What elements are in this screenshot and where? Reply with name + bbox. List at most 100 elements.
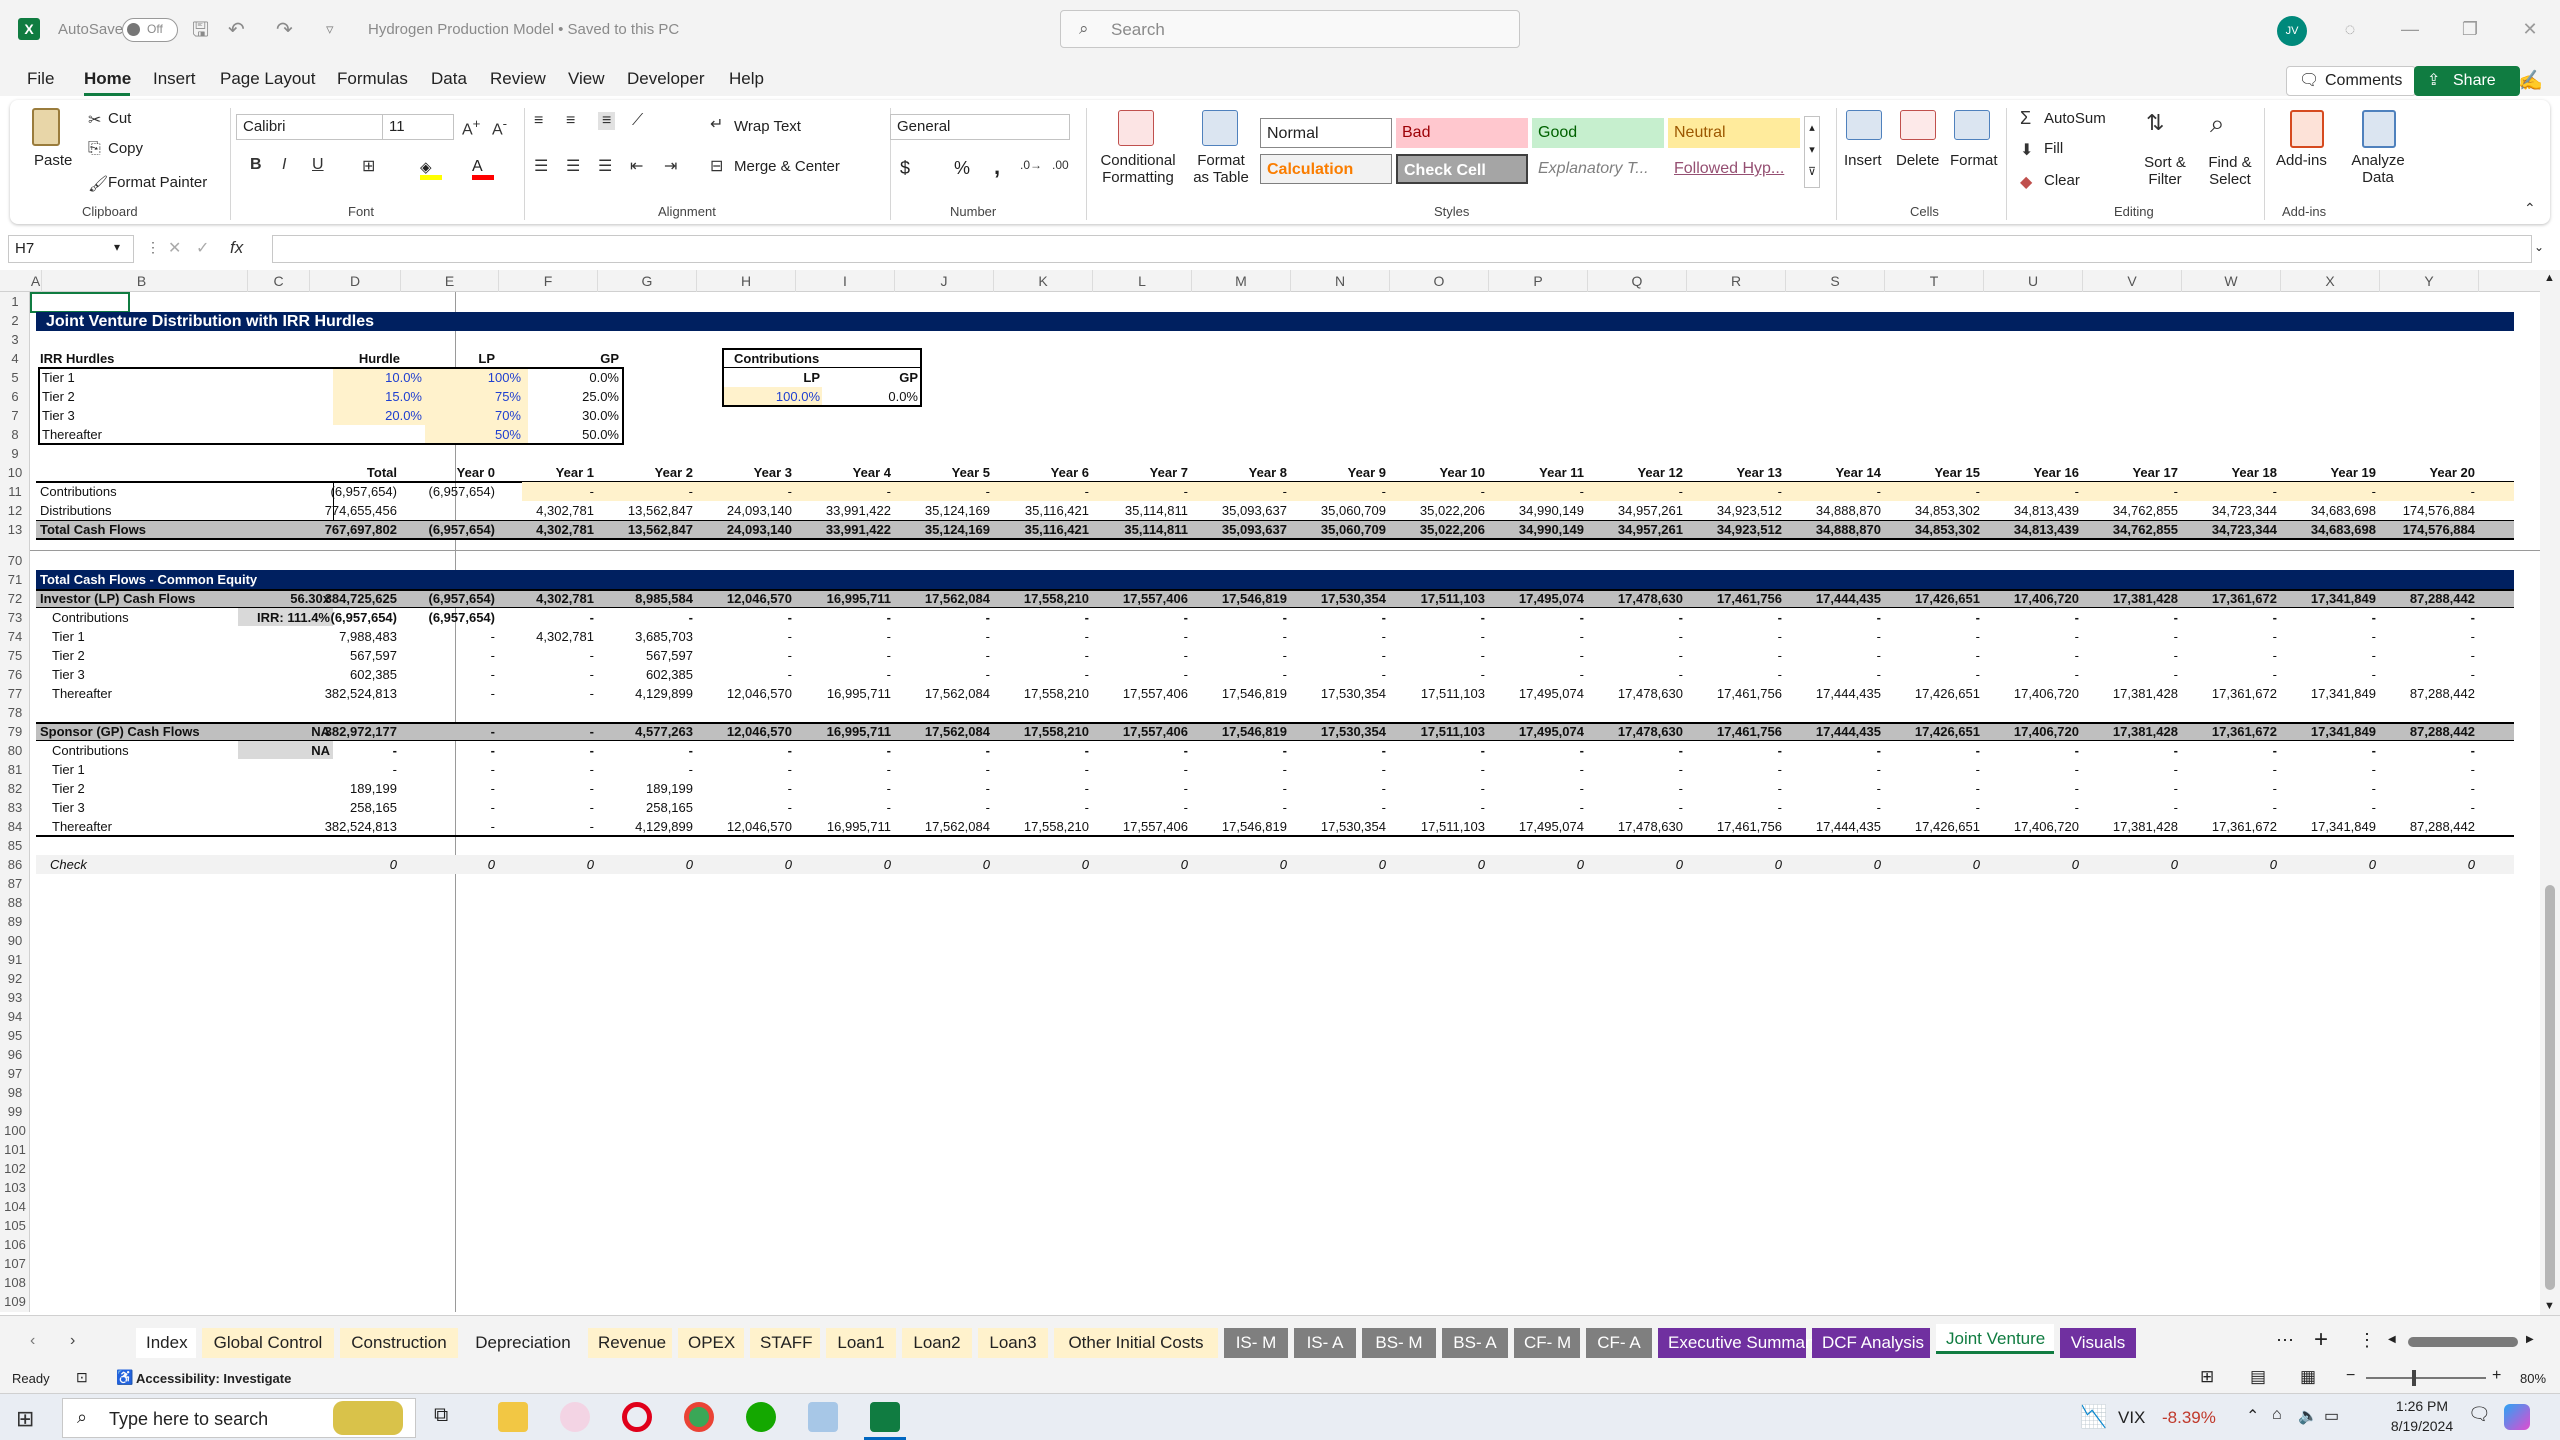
cf-value[interactable]: 24,093,140 (697, 501, 792, 520)
row-header[interactable]: 81 (0, 760, 30, 779)
year-header[interactable]: Year 0 (400, 463, 495, 482)
section-value[interactable]: - (2182, 608, 2277, 627)
row-header[interactable]: 85 (0, 836, 30, 855)
section-value[interactable]: - (499, 817, 594, 836)
autosum-button[interactable]: AutoSum (2044, 110, 2106, 127)
row-header[interactable]: 13 (0, 520, 30, 539)
cf-value[interactable]: 34,683,698 (2281, 520, 2376, 539)
column-header[interactable]: U (1984, 270, 2083, 292)
section-value[interactable]: 17,530,354 (1291, 684, 1386, 703)
section-value[interactable]: 17,341,849 (2281, 589, 2376, 608)
borders-icon[interactable]: ⊞ (362, 156, 375, 176)
section-value[interactable]: - (1093, 646, 1188, 665)
hurdle-gp-share[interactable]: 0.0% (499, 368, 619, 387)
section-value[interactable]: 17,478,630 (1588, 722, 1683, 741)
row-header[interactable]: 72 (0, 589, 30, 608)
cf-value[interactable]: 35,022,206 (1390, 520, 1485, 539)
section-value[interactable]: - (1489, 646, 1584, 665)
section-value[interactable]: 16,995,711 (796, 722, 891, 741)
row-header[interactable]: 105 (0, 1216, 30, 1235)
section-value[interactable]: 17,558,210 (994, 722, 1089, 741)
contributions-lp-value[interactable]: 100.0% (724, 387, 820, 406)
section-value[interactable]: - (1390, 665, 1485, 684)
section-sub-label[interactable]: Tier 2 (52, 646, 202, 665)
section-value[interactable]: 17,558,210 (994, 684, 1089, 703)
network-icon[interactable]: ⌂ (2272, 1406, 2282, 1424)
clock-date[interactable]: 8/19/2024 (2382, 1418, 2462, 1434)
section-value[interactable]: 7,988,483 (302, 627, 397, 646)
cf-value[interactable]: 34,762,855 (2083, 501, 2178, 520)
cf-value[interactable]: 174,576,884 (2380, 501, 2475, 520)
increase-indent-icon[interactable]: ⇥ (664, 156, 677, 176)
row-header[interactable]: 12 (0, 501, 30, 520)
chrome-icon[interactable] (684, 1402, 714, 1432)
hurdle-tier-label[interactable]: Tier 3 (42, 406, 222, 425)
hurdles-header-label[interactable]: IRR Hurdles (40, 349, 220, 368)
row-header[interactable]: 96 (0, 1045, 30, 1064)
year-header[interactable]: Year 2 (598, 463, 693, 482)
section-value[interactable]: 4,302,781 (499, 589, 594, 608)
section-value[interactable]: - (598, 608, 693, 627)
font-name-select[interactable]: Calibri (236, 114, 388, 140)
search-box[interactable]: ⌕ Search (1060, 10, 1520, 48)
align-middle-icon[interactable]: ≡ (566, 112, 575, 130)
cf-value[interactable]: 35,093,637 (1192, 520, 1287, 539)
scroll-up-icon[interactable]: ▲ (2544, 272, 2555, 284)
collapse-ribbon-icon[interactable]: ⌃ (2524, 200, 2536, 217)
section-value[interactable]: - (1687, 741, 1782, 760)
restore-icon[interactable]: ❐ (2440, 0, 2500, 60)
year-header[interactable]: Year 12 (1588, 463, 1683, 482)
contributions-title[interactable]: Contributions (734, 349, 894, 368)
page-break-icon[interactable]: ▦ (2300, 1367, 2316, 1387)
section-value[interactable]: - (2182, 627, 2277, 646)
section-value[interactable]: - (1687, 798, 1782, 817)
section-value[interactable]: - (796, 779, 891, 798)
year-header[interactable]: Year 18 (2182, 463, 2277, 482)
row-header[interactable]: 11 (0, 482, 30, 501)
section-value[interactable]: 382,972,177 (302, 722, 397, 741)
column-header[interactable]: V (2083, 270, 2182, 292)
column-header[interactable]: P (1489, 270, 1588, 292)
year-header[interactable]: Year 10 (1390, 463, 1485, 482)
cf-value[interactable]: - (1588, 482, 1683, 501)
section-value[interactable]: - (1390, 741, 1485, 760)
section-value[interactable]: - (1687, 646, 1782, 665)
close-icon[interactable]: ✕ (2500, 0, 2560, 60)
formula-input[interactable] (272, 235, 2532, 263)
section-value[interactable]: - (796, 665, 891, 684)
tab-review[interactable]: Review (490, 69, 546, 89)
section-value[interactable]: - (598, 760, 693, 779)
styles-scroll-icon[interactable]: ▴ ▾ ⊽ (1804, 116, 1820, 188)
cf-row-label[interactable]: Contributions (40, 482, 220, 501)
year-header[interactable]: Year 9 (1291, 463, 1386, 482)
section-value[interactable]: - (1093, 779, 1188, 798)
align-top-icon[interactable]: ≡ (534, 112, 543, 130)
section-value[interactable]: - (400, 817, 495, 836)
row-header[interactable]: 86 (0, 855, 30, 874)
cf-value[interactable]: 24,093,140 (697, 520, 792, 539)
section-value[interactable]: - (1984, 741, 2079, 760)
section-value[interactable]: - (1588, 760, 1683, 779)
cf-value[interactable]: 35,022,206 (1390, 501, 1485, 520)
section-value[interactable]: - (697, 798, 792, 817)
column-header[interactable]: B (36, 270, 248, 292)
check-value[interactable]: 0 (302, 855, 397, 874)
row-header[interactable]: 82 (0, 779, 30, 798)
section-value[interactable]: - (1588, 798, 1683, 817)
section-value[interactable]: 17,461,756 (1687, 684, 1782, 703)
delete-cells-icon[interactable] (1900, 110, 1936, 140)
cf-value[interactable]: (6,957,654) (400, 520, 496, 539)
align-right-icon[interactable]: ☰ (598, 156, 612, 176)
zoom-slider[interactable] (2366, 1370, 2486, 1386)
row-header[interactable]: 88 (0, 893, 30, 912)
section-value[interactable]: 17,444,435 (1786, 722, 1881, 741)
row-header[interactable]: 2 (0, 311, 30, 330)
section-value[interactable]: - (796, 741, 891, 760)
enter-icon[interactable]: ✓ (196, 238, 209, 258)
section-value[interactable]: - (1786, 741, 1881, 760)
wrap-text-button[interactable]: Wrap Text (734, 118, 801, 135)
check-value[interactable]: 0 (2182, 855, 2277, 874)
row-header[interactable]: 77 (0, 684, 30, 703)
row-header[interactable]: 74 (0, 627, 30, 646)
section-value[interactable]: - (895, 608, 990, 627)
